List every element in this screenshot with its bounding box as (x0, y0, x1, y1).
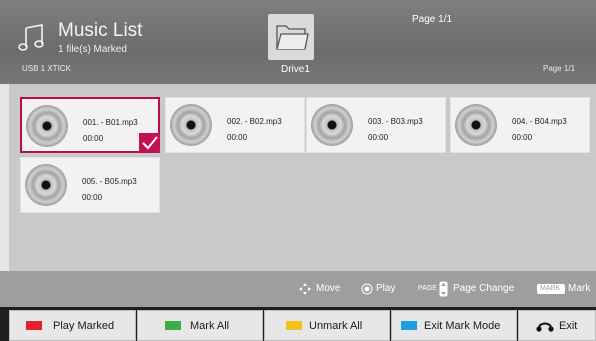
page-indicator-right: Page 1/1 (543, 64, 576, 73)
file-tile[interactable]: 003. - B03.mp3 00:00 (306, 97, 446, 153)
unmark-all-button[interactable]: Unmark All (264, 310, 390, 341)
play-marked-label: Play Marked (53, 320, 115, 332)
blue-key-icon (401, 321, 417, 330)
drive-folder-button[interactable] (268, 14, 314, 60)
page-updown-icon (439, 281, 448, 297)
hint-page-change: Page Change (453, 283, 515, 294)
disc-icon (170, 104, 212, 146)
mark-all-label: Mark All (190, 320, 230, 332)
file-tile[interactable]: 001. - B01.mp3 00:00 (20, 97, 160, 153)
music-note-icon (18, 24, 44, 51)
file-tile[interactable]: 004. - B04.mp3 00:00 (450, 97, 590, 153)
ok-button-icon (361, 283, 373, 295)
music-list-screen: Music List 1 file(s) Marked USB 1 XTICK … (0, 0, 596, 341)
green-key-icon (165, 321, 181, 330)
color-button-bar: Play Marked Mark All Unmark All Exit Mar… (0, 307, 596, 341)
mark-key-icon: MARK (537, 284, 565, 294)
hint-mark: Mark (568, 283, 591, 294)
marked-count: 1 file(s) Marked (58, 44, 127, 55)
drive-label: Drive1 (281, 64, 310, 75)
file-name: 004. - B04.mp3 (512, 117, 567, 126)
file-duration: 00:00 (82, 193, 103, 202)
hint-page-key: PAGE (418, 285, 437, 292)
file-name: 001. - B01.mp3 (83, 118, 138, 127)
play-marked-button[interactable]: Play Marked (9, 310, 136, 341)
disc-icon (455, 104, 497, 146)
file-name: 005. - B05.mp3 (82, 177, 137, 186)
file-duration: 00:00 (512, 133, 533, 142)
folder-icon (276, 25, 309, 50)
exit-button[interactable]: Exit (518, 310, 596, 341)
file-name: 002. - B02.mp3 (227, 117, 282, 126)
mark-all-button[interactable]: Mark All (137, 310, 263, 341)
hint-move: Move (316, 283, 341, 294)
file-duration: 00:00 (83, 134, 104, 143)
exit-label: Exit (559, 320, 578, 332)
exit-mark-mode-button[interactable]: Exit Mark Mode (391, 310, 517, 341)
page-indicator: Page 1/1 (412, 14, 453, 25)
disc-icon (26, 105, 68, 147)
device-label: USB 1 XTICK (22, 64, 71, 73)
red-key-icon (26, 321, 42, 330)
hint-bar: Move Play PAGE Page Change MARK Mark (0, 271, 596, 307)
disc-icon (311, 104, 353, 146)
file-name: 003. - B03.mp3 (368, 117, 423, 126)
move-arrows-icon (299, 283, 311, 295)
file-tile[interactable]: 002. - B02.mp3 00:00 (165, 97, 305, 153)
file-tile[interactable]: 005. - B05.mp3 00:00 (20, 157, 160, 213)
header: Music List 1 file(s) Marked USB 1 XTICK … (0, 0, 596, 84)
marked-check-icon (139, 133, 160, 153)
file-duration: 00:00 (368, 133, 389, 142)
yellow-key-icon (286, 321, 302, 330)
hint-play: Play (376, 283, 396, 294)
disc-icon (25, 164, 67, 206)
file-duration: 00:00 (227, 133, 248, 142)
unmark-all-label: Unmark All (309, 320, 363, 332)
file-grid: 001. - B01.mp3 00:00 002. - B02.mp3 00:0… (9, 84, 596, 271)
mark-key-label: MARK (540, 285, 561, 292)
page-title: Music List (58, 20, 143, 41)
back-icon (536, 322, 554, 332)
exit-mark-mode-label: Exit Mark Mode (424, 320, 501, 332)
